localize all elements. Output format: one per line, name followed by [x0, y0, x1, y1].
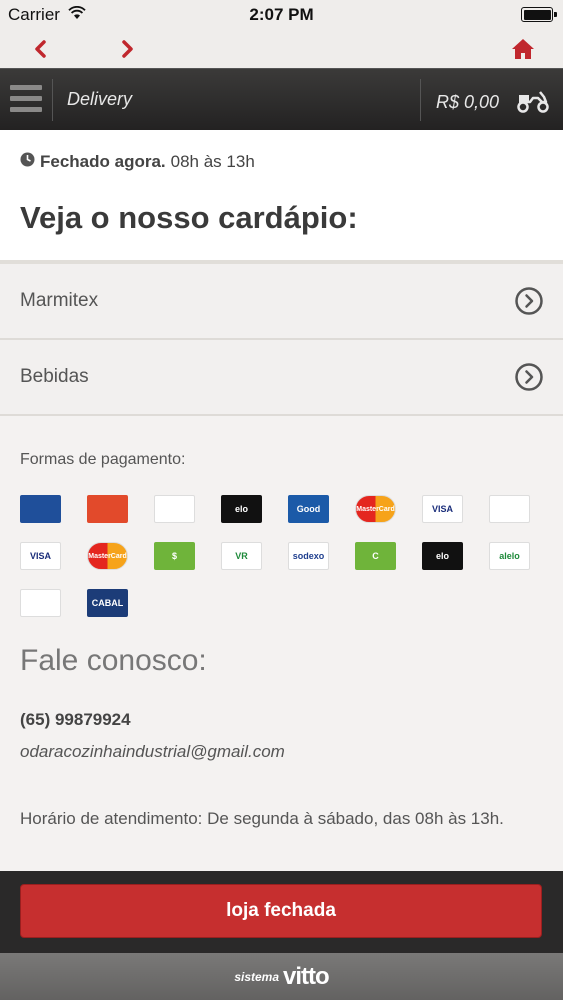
payment-card-logo: MasterCard — [87, 542, 128, 570]
payment-card-logo — [154, 495, 195, 523]
email-address[interactable]: odaracozinhaindustrial@gmail.com — [20, 742, 543, 762]
payment-card-logo: CABAL — [87, 589, 128, 617]
clock-time: 2:07 PM — [249, 5, 314, 24]
menu-heading: Veja o nosso cardápio: — [20, 200, 358, 235]
footer-prefix: sistema — [234, 969, 280, 984]
payment-card-logo — [489, 495, 530, 523]
divider — [52, 79, 53, 121]
menu-item-label: Marmitex — [20, 290, 99, 311]
payment-card-logo — [20, 589, 61, 617]
store-status-panel: Fechado agora. 08h às 13h Veja o nosso c… — [0, 130, 563, 264]
payment-methods-title: Formas de pagamento: — [20, 451, 186, 468]
main-content: Fechado agora. 08h às 13h Veja o nosso c… — [0, 130, 563, 834]
payment-card-logo: elo — [221, 495, 262, 523]
store-closed-button[interactable]: loja fechada — [20, 884, 542, 938]
payment-card-logo: Good — [288, 495, 329, 523]
delivery-scooter-icon[interactable] — [516, 89, 550, 118]
payment-card-logo: VISA — [422, 495, 463, 523]
menu-item-marmitex[interactable]: Marmitex — [0, 264, 563, 340]
payment-methods-list: elo Good MasterCard VISA VISA MasterCard $ VR so… — [20, 495, 560, 636]
store-status: Fechado agora. 08h às 13h — [20, 130, 543, 172]
payment-card-logo: sodexo — [288, 542, 329, 570]
payment-card-logo: VR — [221, 542, 262, 570]
contact-heading: Fale conosco: — [20, 644, 207, 677]
chevron-right-icon — [515, 287, 543, 321]
app-header: Delivery R$ 0,00 — [0, 68, 563, 130]
home-icon[interactable] — [508, 34, 538, 64]
clock-icon — [20, 152, 35, 172]
header-title: Delivery — [67, 89, 133, 109]
payment-card-logo: alelo — [489, 542, 530, 570]
back-arrow-icon[interactable] — [25, 34, 55, 64]
service-hours: Horário de atendimento: De segunda à sáb… — [20, 809, 504, 828]
forward-arrow-icon[interactable] — [113, 34, 143, 64]
menu-icon[interactable] — [10, 85, 42, 115]
menu-item-bebidas[interactable]: Bebidas — [0, 340, 563, 416]
divider — [420, 79, 421, 121]
bottom-action-bar: loja fechada — [0, 871, 563, 953]
menu-category-list: Marmitex Bebidas — [0, 264, 563, 416]
status-bar: Carrier 2:07 PM — [0, 0, 563, 30]
payment-card-logo: C — [355, 542, 396, 570]
cart-total[interactable]: R$ 0,00 — [436, 92, 499, 113]
chevron-right-icon — [515, 363, 543, 397]
payment-card-logo — [87, 495, 128, 523]
payment-card-logo — [20, 495, 61, 523]
navigation-bar — [0, 30, 563, 68]
payment-card-logo: MasterCard — [355, 495, 396, 523]
footer-brand: sistema vitto — [0, 953, 563, 1000]
menu-item-label: Bebidas — [20, 366, 89, 387]
closed-label: Fechado agora. — [40, 152, 166, 171]
payment-card-logo: $ — [154, 542, 195, 570]
payment-card-logo: elo — [422, 542, 463, 570]
opening-hours: 08h às 13h — [170, 152, 255, 171]
battery-icon — [521, 7, 557, 22]
footer-logo: vitto — [283, 962, 330, 990]
payment-card-logo: VISA — [20, 542, 61, 570]
phone-number[interactable]: (65) 99879924 — [20, 710, 543, 730]
